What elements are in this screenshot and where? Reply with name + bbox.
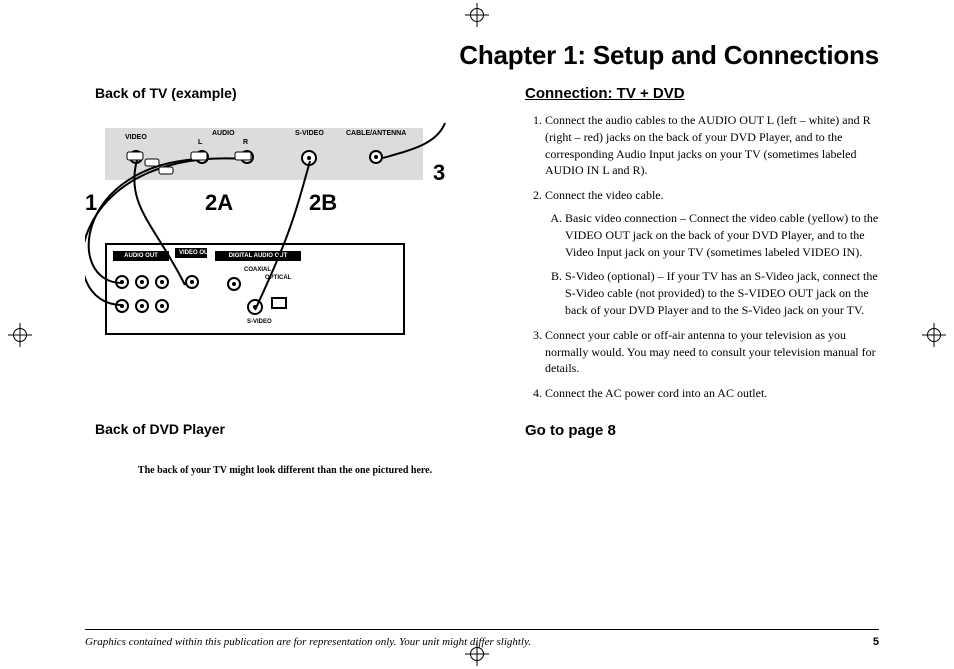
dvd-heading: Back of DVD Player [95, 421, 485, 437]
callout-2b: 2B [309, 190, 337, 216]
tv-cable-jack [369, 150, 383, 164]
step-1: Connect the audio cables to the AUDIO OU… [545, 112, 879, 179]
label-svideo: S-VIDEO [295, 130, 324, 137]
label-audio: AUDIO [212, 130, 235, 137]
dvd-audio-b3 [155, 299, 169, 313]
text-column: Connection: TV + DVD Connect the audio c… [525, 85, 879, 605]
dvd-audio-a2 [135, 275, 149, 289]
dvd-audio-b2 [135, 299, 149, 313]
dvd-optical-jack [271, 297, 287, 309]
callout-2a: 2A [205, 190, 233, 216]
label-optical: OPTICAL [265, 275, 291, 281]
label-audio-out: AUDIO OUT [113, 251, 169, 261]
footer-rule [85, 629, 879, 630]
tv-audio-r-jack [240, 150, 254, 164]
dvd-audio-a1 [115, 275, 129, 289]
chapter-title: Chapter 1: Setup and Connections [85, 40, 879, 71]
label-cable: CABLE/ANTENNA [346, 130, 406, 137]
step-4: Connect the AC power cord into an AC out… [545, 385, 879, 402]
callout-3: 3 [433, 160, 445, 186]
label-video-out: VIDEO OUT [175, 248, 207, 258]
step-3: Connect your cable or off-air antenna to… [545, 327, 879, 377]
tv-heading: Back of TV (example) [95, 85, 485, 101]
dvd-svideo-jack [247, 299, 263, 315]
callout-1: 1 [85, 190, 97, 216]
tv-video-jack [129, 150, 143, 164]
connection-diagram: VIDEO AUDIO L R S-VIDEO CABLE/ANTENNA 1 … [85, 105, 485, 415]
diagram-column: Back of TV (example) VIDEO AUDIO L R S-V… [85, 85, 485, 605]
section-title: Connection: TV + DVD [525, 85, 879, 102]
dvd-panel: AUDIO OUT VIDEO OUT DIGITAL AUDIO OUT CO… [105, 243, 405, 335]
label-digital-out: DIGITAL AUDIO OUT [215, 251, 301, 261]
label-l: L [198, 139, 202, 146]
dvd-video-jack [185, 275, 199, 289]
label-r: R [243, 139, 248, 146]
step-2a: Basic video connection – Connect the vid… [565, 210, 879, 260]
label-video: VIDEO [125, 134, 147, 141]
footer-disclaimer: Graphics contained within this publicati… [85, 636, 531, 648]
step-2: Connect the video cable. Basic video con… [545, 187, 879, 319]
label-svideo2: S-VIDEO [247, 319, 272, 325]
step-2b: S-Video (optional) – If your TV has an S… [565, 268, 879, 318]
page-footer: Graphics contained within this publicati… [85, 636, 879, 648]
tv-svideo-jack [301, 150, 317, 166]
goto-text: Go to page 8 [525, 422, 879, 439]
page-content: Chapter 1: Setup and Connections Back of… [85, 40, 879, 629]
dvd-coaxial-jack [227, 277, 241, 291]
steps-list: Connect the audio cables to the AUDIO OU… [525, 112, 879, 402]
tv-audio-l-jack [195, 150, 209, 164]
dvd-audio-b1 [115, 299, 129, 313]
dvd-audio-a3 [155, 275, 169, 289]
step-2-text: Connect the video cable. [545, 188, 664, 202]
diagram-caption: The back of your TV might look different… [85, 465, 485, 476]
label-coaxial: COAXIAL [244, 267, 271, 273]
page-number: 5 [873, 636, 879, 648]
